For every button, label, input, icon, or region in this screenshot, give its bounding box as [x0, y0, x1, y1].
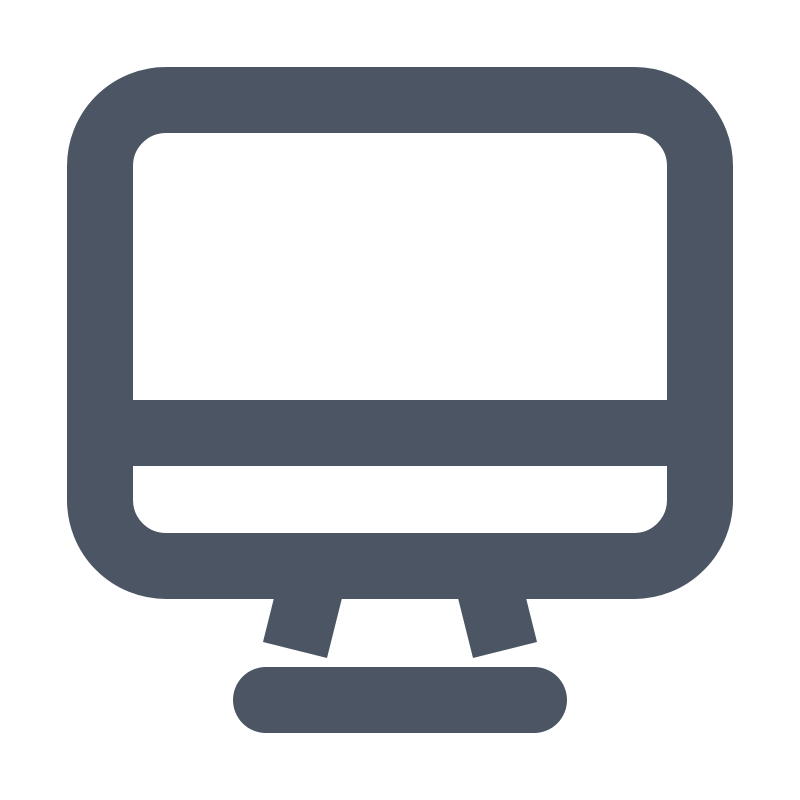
icon-canvas [0, 0, 800, 800]
monitor-screen-frame [67, 67, 733, 599]
desktop-computer-icon [67, 67, 733, 733]
